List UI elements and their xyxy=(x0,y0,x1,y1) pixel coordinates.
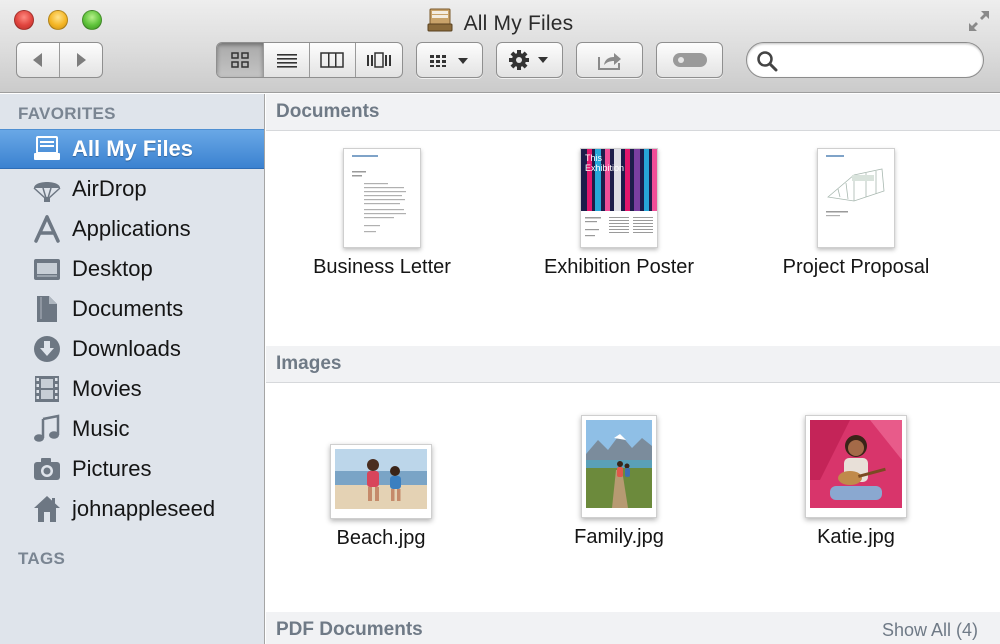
sidebar-item-home[interactable]: johnappleseed xyxy=(0,489,264,529)
search-input[interactable] xyxy=(783,48,973,72)
favorites-heading: FAVORITES xyxy=(18,104,116,123)
applications-icon xyxy=(30,212,64,246)
window-title-bar: All My Files xyxy=(0,7,1000,39)
sidebar-item-all-my-files[interactable]: All My Files xyxy=(0,129,264,169)
tags-heading: TAGS xyxy=(18,549,66,568)
document-thumbnail: This Exhibition xyxy=(580,148,658,248)
back-button[interactable] xyxy=(17,43,60,77)
sidebar-item-label: AirDrop xyxy=(72,176,147,201)
movies-icon xyxy=(30,372,64,406)
sidebar-item-pictures[interactable]: Pictures xyxy=(0,449,264,489)
image-thumbnail xyxy=(330,444,432,519)
sidebar-item-label: Downloads xyxy=(72,336,181,361)
icon-view-button[interactable] xyxy=(217,43,265,77)
sidebar-item-label: Desktop xyxy=(72,256,153,281)
column-view-button[interactable] xyxy=(310,43,356,77)
column-view-icon xyxy=(320,52,344,68)
file-family-jpg[interactable]: Family.jpg xyxy=(554,415,684,549)
documents-icon xyxy=(30,292,64,326)
arrange-button[interactable] xyxy=(416,42,483,78)
image-thumbnail xyxy=(805,415,907,518)
view-mode-control xyxy=(216,42,403,78)
fullscreen-icon[interactable] xyxy=(966,8,992,34)
file-name: Project Proposal xyxy=(782,256,930,278)
search-field[interactable] xyxy=(746,42,984,78)
sidebar-item-downloads[interactable]: Downloads xyxy=(0,329,264,369)
window-title: All My Files xyxy=(463,12,574,35)
poster-thumbnail-text: This Exhibition xyxy=(585,153,625,173)
search-icon xyxy=(757,51,778,72)
action-button[interactable] xyxy=(496,42,563,78)
sidebar-item-airdrop[interactable]: AirDrop xyxy=(0,169,264,209)
sidebar-item-label: Documents xyxy=(72,296,184,321)
cover-flow-icon xyxy=(366,52,391,68)
list-view-icon xyxy=(276,54,297,68)
cover-flow-button[interactable] xyxy=(356,43,402,77)
file-business-letter[interactable]: Business Letter xyxy=(302,148,462,279)
file-project-proposal[interactable]: Project Proposal xyxy=(766,148,946,279)
sidebar: FAVORITES All My Files AirDrop Applicati… xyxy=(0,94,265,644)
sidebar-item-label: johnappleseed xyxy=(72,496,216,521)
document-thumbnail xyxy=(343,148,421,248)
documents-section-header: Documents xyxy=(266,94,1000,131)
section-title: PDF Documents xyxy=(276,619,423,640)
sidebar-item-music[interactable]: Music xyxy=(0,409,264,449)
desktop-icon xyxy=(30,252,64,286)
share-button[interactable] xyxy=(576,42,643,78)
sidebar-item-desktop[interactable]: Desktop xyxy=(0,249,264,289)
pictures-icon xyxy=(30,452,64,486)
home-icon xyxy=(30,492,64,526)
all-my-files-icon xyxy=(427,7,453,39)
file-name: Business Letter xyxy=(313,256,451,278)
images-section-header: Images xyxy=(266,346,1000,383)
all-my-files-icon xyxy=(30,132,64,166)
section-title: Documents xyxy=(276,101,380,122)
share-icon xyxy=(597,53,621,70)
window-toolbar: All My Files xyxy=(0,0,1000,93)
file-browser: Documents Business Letter This Exhibitio… xyxy=(266,94,1000,644)
sidebar-item-label: Applications xyxy=(72,216,191,241)
back-forward-control xyxy=(16,42,103,78)
pdf-section-header: PDF Documents Show All (4) xyxy=(266,612,1000,644)
forward-arrow-icon xyxy=(76,53,86,67)
show-all-button[interactable]: Show All (4) xyxy=(882,620,978,641)
tag-icon xyxy=(672,53,707,67)
sidebar-item-applications[interactable]: Applications xyxy=(0,209,264,249)
list-view-button[interactable] xyxy=(264,43,310,77)
image-thumbnail xyxy=(581,415,657,518)
section-title: Images xyxy=(276,353,342,374)
sidebar-item-label: Music xyxy=(72,416,130,441)
document-thumbnail xyxy=(817,148,895,248)
sidebar-item-documents[interactable]: Documents xyxy=(0,289,264,329)
file-name: Family.jpg xyxy=(574,526,664,548)
downloads-icon xyxy=(30,332,64,366)
forward-button[interactable] xyxy=(60,43,103,77)
file-exhibition-poster[interactable]: This Exhibition Exhibition Poster xyxy=(529,148,709,279)
file-katie-jpg[interactable]: Katie.jpg xyxy=(791,415,921,549)
file-name: Katie.jpg xyxy=(817,526,895,548)
file-beach-jpg[interactable]: Beach.jpg xyxy=(316,444,446,550)
sidebar-item-label: Movies xyxy=(72,376,142,401)
back-arrow-icon xyxy=(32,53,42,67)
gear-icon xyxy=(508,50,548,70)
sidebar-item-label: Pictures xyxy=(72,456,152,481)
file-name: Beach.jpg xyxy=(336,527,426,549)
file-name: Exhibition Poster xyxy=(543,256,695,278)
sidebar-item-label: All My Files xyxy=(72,136,194,161)
arrange-icon xyxy=(429,55,468,67)
music-icon xyxy=(30,412,64,446)
icon-view-icon xyxy=(231,52,249,68)
sidebar-item-movies[interactable]: Movies xyxy=(0,369,264,409)
edit-tags-button[interactable] xyxy=(656,42,723,78)
airdrop-icon xyxy=(30,172,64,206)
